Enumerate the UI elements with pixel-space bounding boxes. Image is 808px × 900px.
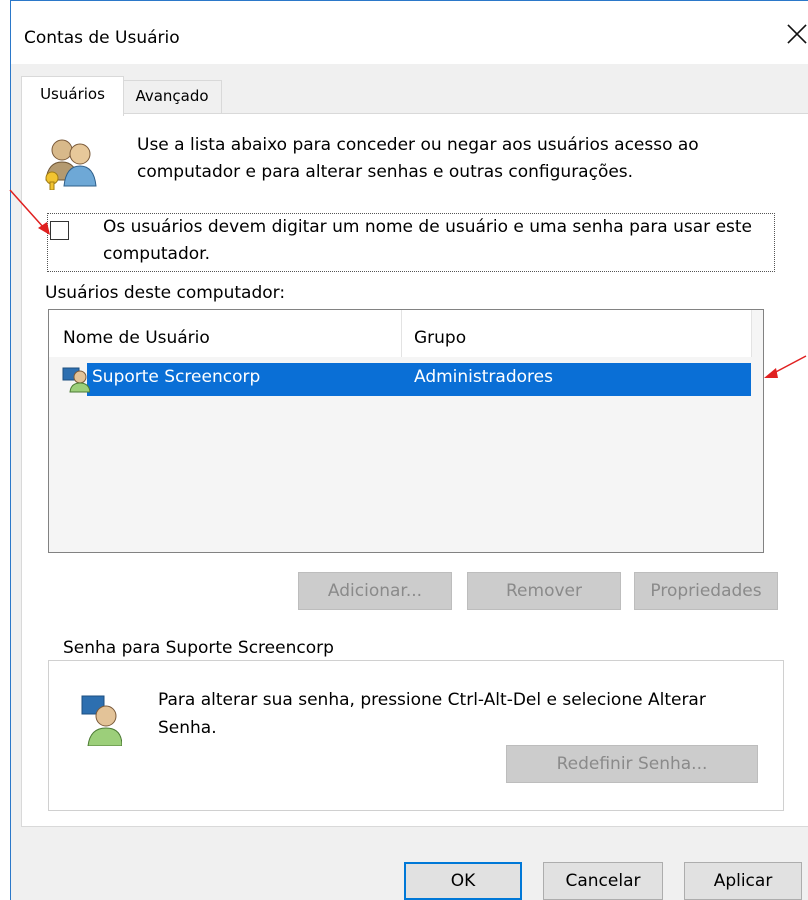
cancel-button-label: Cancelar [565, 871, 641, 891]
require-login-line-2: computador. [103, 244, 210, 264]
apply-button[interactable]: Aplicar [684, 862, 802, 900]
password-line-1: Para alterar sua senha, pressione Ctrl-A… [158, 690, 706, 710]
annotation-arrow-right [764, 355, 807, 378]
require-login-label[interactable]: Os usuários devem digitar um nome de usu… [103, 214, 771, 268]
tab-users-label: Usuários [40, 85, 105, 103]
user-icon [62, 367, 90, 393]
tab-users[interactable]: Usuários [21, 76, 124, 116]
apply-button-label: Aplicar [713, 871, 773, 891]
require-login-line-1: Os usuários devem digitar um nome de usu… [103, 217, 753, 237]
password-instructions: Para alterar sua senha, pressione Ctrl-A… [158, 686, 768, 742]
remove-button-label: Remover [506, 581, 582, 601]
ok-button-label: OK [450, 871, 476, 891]
add-button[interactable]: Adicionar... [298, 572, 452, 610]
intro-text: Use a lista abaixo para conceder ou nega… [137, 132, 777, 186]
close-icon[interactable] [786, 23, 808, 45]
column-header-username[interactable]: Nome de Usuário [63, 328, 210, 348]
intro-line-1: Use a lista abaixo para conceder ou nega… [137, 135, 699, 155]
cancel-button[interactable]: Cancelar [543, 862, 663, 900]
user-icon-large [81, 695, 122, 746]
window-title: Contas de Usuário [24, 28, 180, 48]
row-username: Suporte Screencorp [92, 367, 261, 387]
add-button-label: Adicionar... [327, 581, 423, 601]
password-line-2: Senha. [158, 718, 217, 738]
remove-button[interactable]: Remover [467, 572, 621, 610]
column-separator-end [751, 310, 752, 357]
ok-button[interactable]: OK [404, 862, 522, 900]
row-group: Administradores [414, 367, 553, 387]
tab-advanced-label: Avançado [135, 87, 209, 105]
tab-advanced[interactable]: Avançado [122, 80, 222, 114]
column-separator[interactable] [401, 310, 402, 357]
users-section-label: Usuários deste computador: [45, 283, 286, 303]
properties-button-label: Propriedades [650, 581, 762, 601]
properties-button[interactable]: Propriedades [634, 572, 778, 610]
intro-line-2: computador e para alterar senhas e outra… [137, 162, 634, 182]
column-header-group[interactable]: Grupo [414, 328, 466, 348]
annotation-arrow-left [9, 189, 50, 235]
reset-password-button[interactable]: Redefinir Senha... [506, 745, 758, 783]
reset-password-button-label: Redefinir Senha... [556, 754, 708, 774]
password-group-title: Senha para Suporte Screencorp [60, 638, 337, 658]
